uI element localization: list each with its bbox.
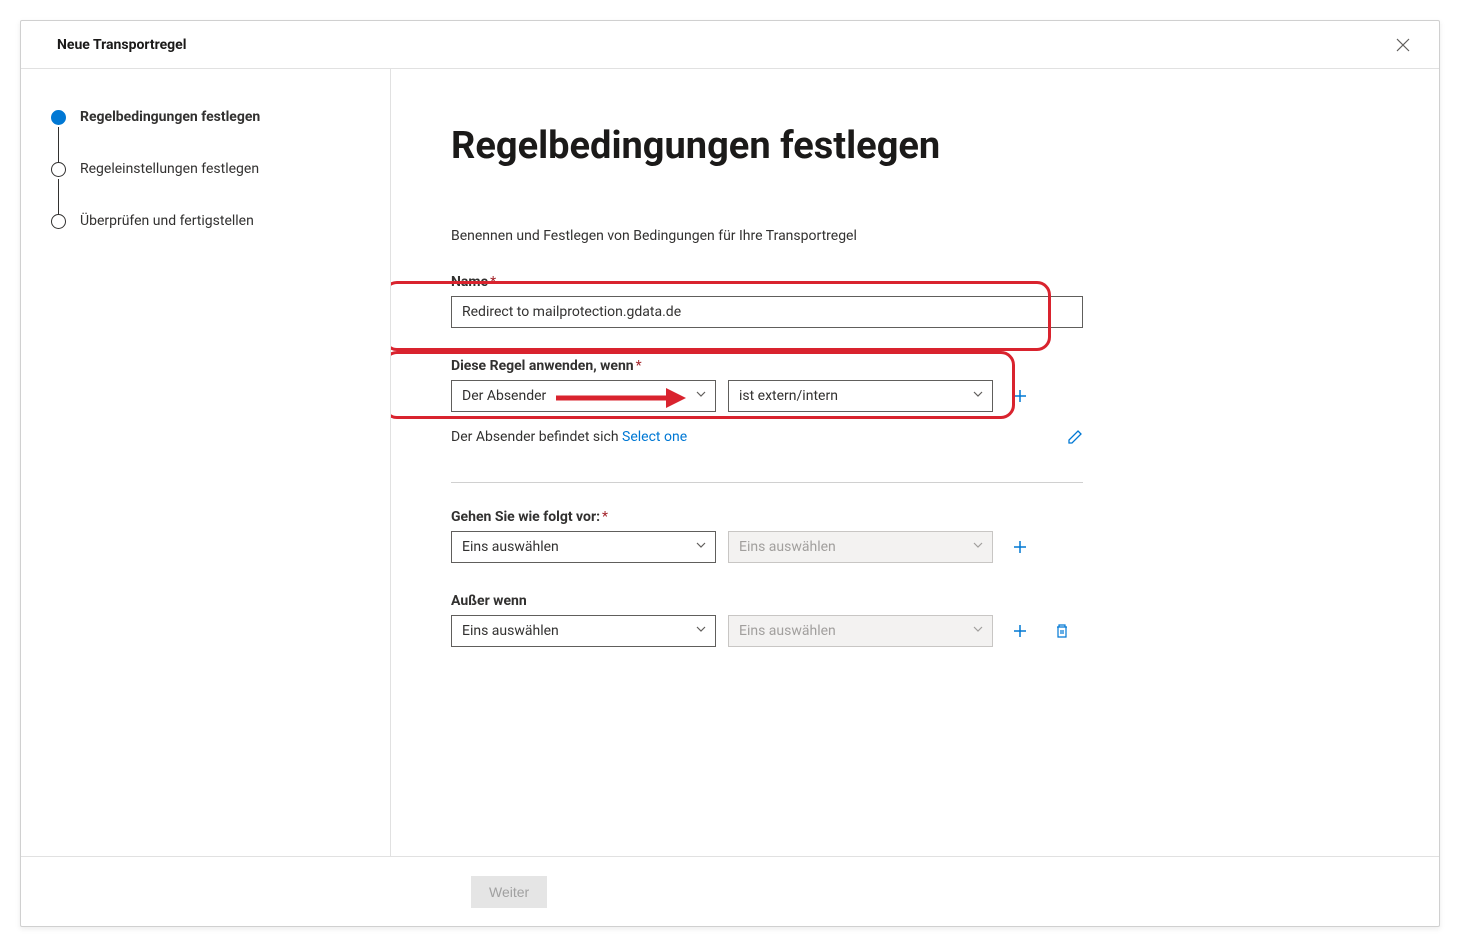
- chevron-down-icon: [972, 388, 984, 404]
- action-label-text: Gehen Sie wie folgt vor:: [451, 509, 600, 525]
- trash-icon: [1054, 623, 1070, 639]
- name-input[interactable]: [451, 296, 1083, 328]
- add-condition-button[interactable]: [1005, 381, 1035, 411]
- close-icon: [1396, 38, 1410, 52]
- name-label: Name*: [451, 274, 1339, 290]
- apply-when-group: Diese Regel anwenden, wenn* Der Absender…: [451, 358, 1339, 452]
- except-dropdown-2[interactable]: Eins auswählen: [728, 615, 993, 647]
- step-label: Regelbedingungen festlegen: [80, 109, 260, 125]
- dropdown-value: Der Absender: [462, 388, 546, 404]
- action-label: Gehen Sie wie folgt vor:*: [451, 509, 1339, 525]
- apply-when-label: Diese Regel anwenden, wenn*: [451, 358, 1339, 374]
- step-circle-icon: [51, 162, 66, 177]
- step-label: Regeleinstellungen festlegen: [80, 161, 259, 177]
- pencil-icon: [1067, 429, 1083, 445]
- apply-when-row: Der Absender ist extern/intern: [451, 380, 1339, 412]
- divider: [451, 482, 1083, 483]
- action-group: Gehen Sie wie folgt vor:* Eins auswählen…: [451, 509, 1339, 563]
- edit-condition-button[interactable]: [1067, 422, 1083, 452]
- required-mark: *: [602, 509, 608, 525]
- dropdown-placeholder: Eins auswählen: [739, 539, 836, 555]
- chevron-down-icon: [972, 623, 984, 639]
- dialog-footer: Weiter: [21, 856, 1439, 926]
- wizard-sidebar: Regelbedingungen festlegen Regeleinstell…: [21, 69, 391, 856]
- step-label: Überprüfen und fertigstellen: [80, 213, 254, 229]
- action-dropdown-2[interactable]: Eins auswählen: [728, 531, 993, 563]
- chevron-down-icon: [972, 539, 984, 555]
- except-label-text: Außer wenn: [451, 593, 527, 609]
- close-button[interactable]: [1387, 29, 1419, 61]
- page-title: Regelbedingungen festlegen: [451, 124, 1339, 168]
- apply-helper-text: Der Absender befindet sich Select one: [451, 429, 687, 445]
- delete-exception-button[interactable]: [1047, 616, 1077, 646]
- dropdown-value: Eins auswählen: [462, 623, 559, 639]
- dialog-title: Neue Transportregel: [57, 37, 186, 53]
- name-label-text: Name: [451, 274, 488, 290]
- apply-sender-dropdown[interactable]: Der Absender: [451, 380, 716, 412]
- wizard-step-settings[interactable]: Regeleinstellungen festlegen: [51, 161, 360, 213]
- required-mark: *: [490, 274, 496, 290]
- dialog-window: Neue Transportregel Regelbedingungen fes…: [20, 20, 1440, 927]
- except-row: Eins auswählen Eins auswählen: [451, 615, 1339, 647]
- plus-icon: [1012, 388, 1028, 404]
- step-connector: [58, 179, 59, 215]
- step-circle-icon: [51, 110, 66, 125]
- wizard-steps: Regelbedingungen festlegen Regeleinstell…: [51, 109, 360, 229]
- dialog-body: Regelbedingungen festlegen Regeleinstell…: [21, 69, 1439, 856]
- name-group: Name*: [451, 274, 1339, 328]
- apply-location-dropdown[interactable]: ist extern/intern: [728, 380, 993, 412]
- next-button[interactable]: Weiter: [471, 876, 547, 908]
- dialog-header: Neue Transportregel: [21, 21, 1439, 69]
- dropdown-value: ist extern/intern: [739, 388, 838, 404]
- step-connector: [58, 127, 59, 163]
- plus-icon: [1012, 623, 1028, 639]
- wizard-step-review[interactable]: Überprüfen und fertigstellen: [51, 213, 360, 229]
- action-row: Eins auswählen Eins auswählen: [451, 531, 1339, 563]
- except-dropdown-1[interactable]: Eins auswählen: [451, 615, 716, 647]
- chevron-down-icon: [695, 388, 707, 404]
- apply-when-label-text: Diese Regel anwenden, wenn: [451, 358, 634, 374]
- add-action-button[interactable]: [1005, 532, 1035, 562]
- plus-icon: [1012, 539, 1028, 555]
- apply-helper-prefix: Der Absender befindet sich: [451, 429, 622, 445]
- apply-helper-row: Der Absender befindet sich Select one: [451, 422, 1083, 452]
- except-label: Außer wenn: [451, 593, 1339, 609]
- main-content: Regelbedingungen festlegen Benennen und …: [391, 69, 1439, 856]
- wizard-step-conditions[interactable]: Regelbedingungen festlegen: [51, 109, 360, 161]
- chevron-down-icon: [695, 623, 707, 639]
- select-one-link[interactable]: Select one: [622, 429, 687, 445]
- chevron-down-icon: [695, 539, 707, 555]
- except-group: Außer wenn Eins auswählen Eins auswählen: [451, 593, 1339, 647]
- required-mark: *: [636, 358, 642, 374]
- step-circle-icon: [51, 214, 66, 229]
- add-exception-button[interactable]: [1005, 616, 1035, 646]
- dropdown-placeholder: Eins auswählen: [739, 623, 836, 639]
- page-subtitle: Benennen und Festlegen von Bedingungen f…: [451, 228, 1339, 244]
- action-dropdown-1[interactable]: Eins auswählen: [451, 531, 716, 563]
- dropdown-value: Eins auswählen: [462, 539, 559, 555]
